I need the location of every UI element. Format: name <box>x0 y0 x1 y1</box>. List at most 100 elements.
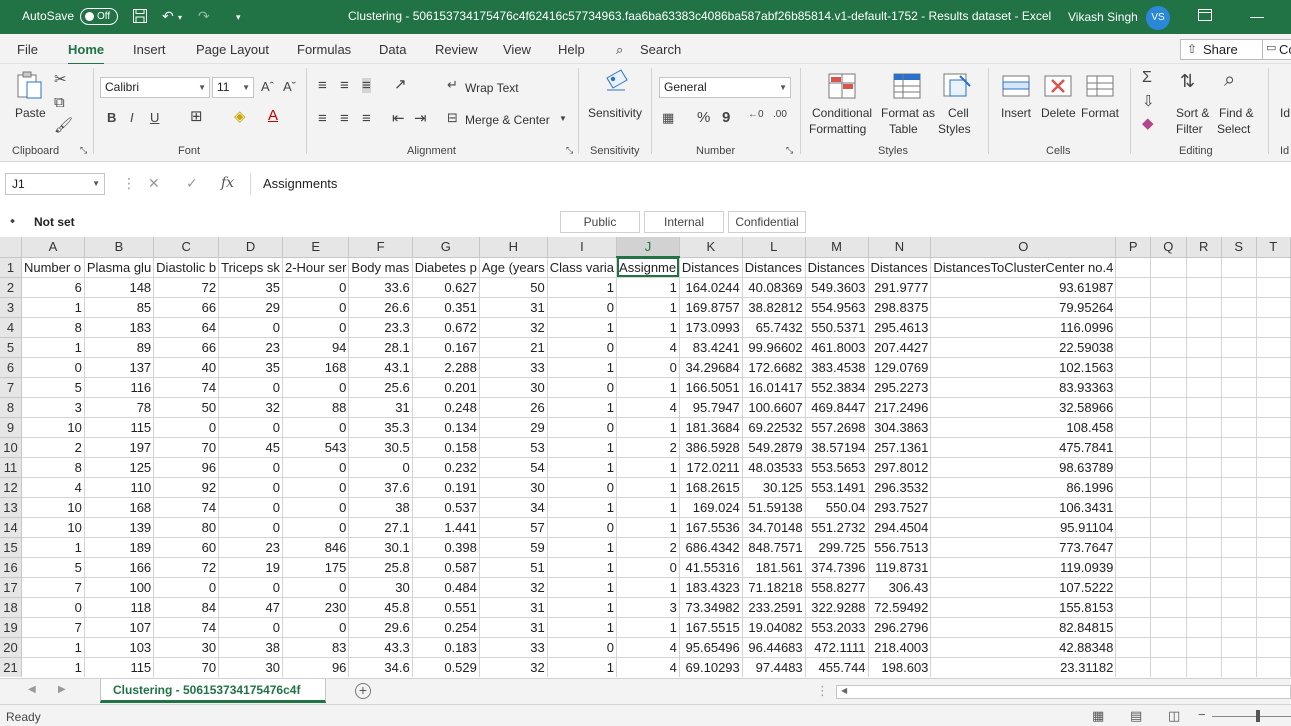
column-header-i[interactable]: I <box>547 237 618 258</box>
cell-l12[interactable]: 30.125 <box>742 477 806 498</box>
cell-g11[interactable]: 0.232 <box>412 457 480 478</box>
cell-g18[interactable]: 0.551 <box>412 597 480 618</box>
cell-b15[interactable]: 189 <box>84 537 155 558</box>
cell-g21[interactable]: 0.529 <box>412 657 480 677</box>
cell-f16[interactable]: 25.8 <box>348 557 413 578</box>
cell-r20[interactable] <box>1186 637 1222 658</box>
cell-k3[interactable]: 169.8757 <box>679 297 743 318</box>
minimize-icon[interactable]: — <box>1250 8 1264 24</box>
cell-h3[interactable]: 31 <box>479 297 548 318</box>
cell-a2[interactable]: 6 <box>21 277 85 298</box>
row-header[interactable]: 2 <box>0 277 22 298</box>
cell-h12[interactable]: 30 <box>479 477 548 498</box>
cell-d16[interactable]: 19 <box>218 557 283 578</box>
cell-d4[interactable]: 0 <box>218 317 283 338</box>
cell-d10[interactable]: 45 <box>218 437 283 458</box>
cell-p10[interactable] <box>1115 437 1152 458</box>
cell-a5[interactable]: 1 <box>21 337 85 358</box>
cell-p3[interactable] <box>1115 297 1152 318</box>
paste-icon[interactable] <box>15 70 45 99</box>
cell-k7[interactable]: 166.5051 <box>679 377 743 398</box>
cell-l3[interactable]: 38.82812 <box>742 297 806 318</box>
cell-s10[interactable] <box>1221 437 1257 458</box>
cell-m6[interactable]: 383.4538 <box>805 357 869 378</box>
cell-l21[interactable]: 97.4483 <box>742 657 806 677</box>
share-button[interactable]: ⇧ Share <box>1180 39 1268 60</box>
cell-s17[interactable] <box>1221 577 1257 598</box>
cell-g12[interactable]: 0.191 <box>412 477 480 498</box>
tab-insert[interactable]: Insert <box>133 42 166 57</box>
cell-n9[interactable]: 304.3863 <box>868 417 932 438</box>
format-as-table-label1[interactable]: Format as <box>881 106 935 120</box>
cell-r5[interactable] <box>1186 337 1222 358</box>
borders-icon[interactable]: ⊞ <box>190 109 203 124</box>
cell-b11[interactable]: 125 <box>84 457 155 478</box>
column-header-g[interactable]: G <box>412 237 480 258</box>
cell-e15[interactable]: 846 <box>282 537 350 558</box>
cell-h14[interactable]: 57 <box>479 517 548 538</box>
cell-a17[interactable]: 7 <box>21 577 85 598</box>
row-header[interactable]: 11 <box>0 457 22 478</box>
cell-e13[interactable]: 0 <box>282 497 350 518</box>
cell-j16[interactable]: 0 <box>616 557 680 578</box>
cell-t6[interactable] <box>1256 357 1291 378</box>
cell-s13[interactable] <box>1221 497 1257 518</box>
cell-q10[interactable] <box>1150 437 1187 458</box>
cell-k19[interactable]: 167.5515 <box>679 617 743 638</box>
cell-o12[interactable]: 86.1996 <box>930 477 1117 498</box>
cell-g7[interactable]: 0.201 <box>412 377 480 398</box>
next-sheet-icon[interactable]: ▶ <box>58 685 66 695</box>
cell-j13[interactable]: 1 <box>616 497 680 518</box>
cell-s1[interactable] <box>1221 257 1257 278</box>
cell-e3[interactable]: 0 <box>282 297 350 318</box>
column-header-e[interactable]: E <box>282 237 350 258</box>
row-header[interactable]: 9 <box>0 417 22 438</box>
tab-view[interactable]: View <box>503 42 531 57</box>
cell-q6[interactable] <box>1150 357 1187 378</box>
cell-b16[interactable]: 166 <box>84 557 155 578</box>
cancel-icon[interactable]: ✕ <box>148 175 160 192</box>
cell-p4[interactable] <box>1115 317 1152 338</box>
find-select-label1[interactable]: Find & <box>1219 106 1254 120</box>
cell-h10[interactable]: 53 <box>479 437 548 458</box>
cell-n13[interactable]: 293.7527 <box>868 497 932 518</box>
delete-cells-button[interactable]: Delete <box>1041 106 1076 120</box>
cell-a16[interactable]: 5 <box>21 557 85 578</box>
cell-l14[interactable]: 34.70148 <box>742 517 806 538</box>
cell-g10[interactable]: 0.158 <box>412 437 480 458</box>
cell-f11[interactable]: 0 <box>348 457 413 478</box>
cell-d13[interactable]: 0 <box>218 497 283 518</box>
font-color-icon[interactable]: A <box>268 108 278 123</box>
cell-h11[interactable]: 54 <box>479 457 548 478</box>
cell-j14[interactable]: 1 <box>616 517 680 538</box>
cell-c13[interactable]: 74 <box>153 497 220 518</box>
cell-i2[interactable]: 1 <box>547 277 618 298</box>
cell-a6[interactable]: 0 <box>21 357 85 378</box>
cell-e14[interactable]: 0 <box>282 517 350 538</box>
cell-c7[interactable]: 74 <box>153 377 220 398</box>
cell-q7[interactable] <box>1150 377 1187 398</box>
customize-toolbar-icon[interactable]: ▾ <box>236 12 241 23</box>
cell-t5[interactable] <box>1256 337 1291 358</box>
cell-m16[interactable]: 374.7396 <box>805 557 869 578</box>
cell-c11[interactable]: 96 <box>153 457 220 478</box>
cell-a19[interactable]: 7 <box>21 617 85 638</box>
cell-o19[interactable]: 82.84815 <box>930 617 1117 638</box>
cell-k4[interactable]: 173.0993 <box>679 317 743 338</box>
cell-s16[interactable] <box>1221 557 1257 578</box>
undo-icon[interactable]: ↶ <box>162 8 174 25</box>
save-icon[interactable] <box>132 8 148 27</box>
cell-t1[interactable] <box>1256 257 1291 278</box>
tab-formulas[interactable]: Formulas <box>297 42 351 57</box>
cell-p9[interactable] <box>1115 417 1152 438</box>
tab-file[interactable]: File <box>17 42 38 57</box>
cell-i7[interactable]: 0 <box>547 377 618 398</box>
cell-b12[interactable]: 110 <box>84 477 155 498</box>
tab-page-layout[interactable]: Page Layout <box>196 42 269 57</box>
cell-j12[interactable]: 1 <box>616 477 680 498</box>
cell-i15[interactable]: 1 <box>547 537 618 558</box>
cell-i1[interactable]: Class varia <box>547 257 618 278</box>
cell-f9[interactable]: 35.3 <box>348 417 413 438</box>
cell-s8[interactable] <box>1221 397 1257 418</box>
cell-n4[interactable]: 295.4613 <box>868 317 932 338</box>
